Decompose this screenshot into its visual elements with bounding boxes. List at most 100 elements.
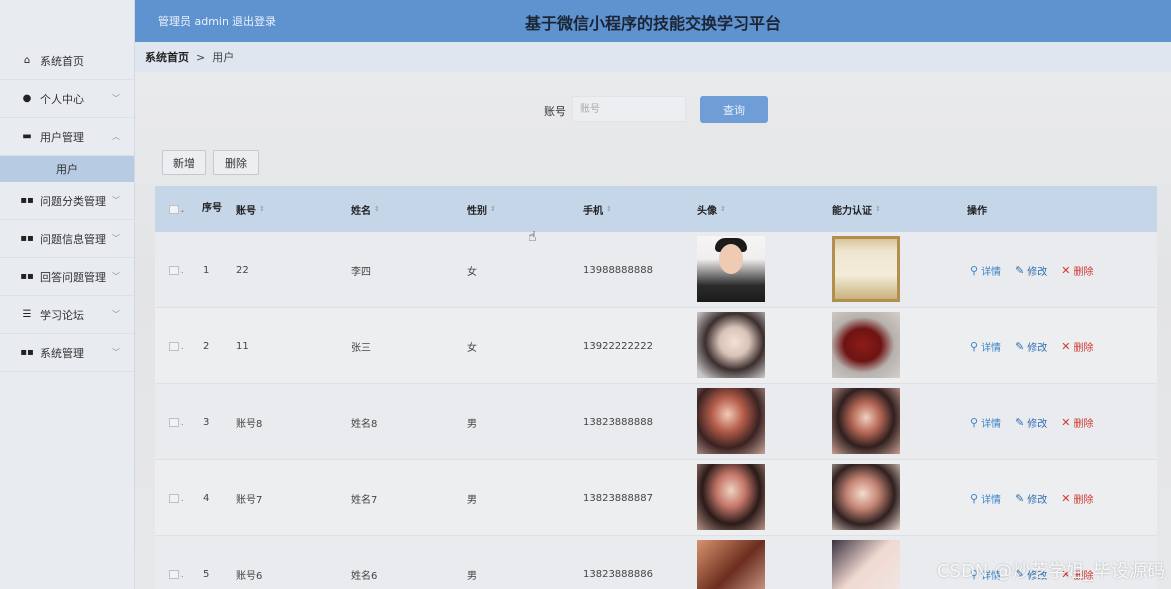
grid-icon: ▪▪ bbox=[20, 347, 34, 358]
sidebar-item-1[interactable]: ● 个人中心 ﹀ bbox=[0, 80, 134, 118]
column-gender[interactable]: 性别 ⇕ bbox=[467, 186, 496, 232]
sidebar-item-0[interactable]: ⌂ 系统首页 bbox=[0, 42, 134, 80]
cell-phone: 13823888888 bbox=[583, 416, 653, 428]
table-row: . 4 账号7 姓名7 男 13823888887 ⚲ 详情 ✎ 修改 ✕ 删除 bbox=[155, 460, 1157, 536]
search-icon: ⚲ bbox=[970, 263, 979, 277]
row-checkbox[interactable] bbox=[169, 417, 179, 427]
search-label: 账号 bbox=[544, 105, 566, 118]
sidebar-item-2[interactable]: ▬ 用户管理 ︿ bbox=[0, 118, 134, 156]
search-icon: ⚲ bbox=[970, 415, 979, 429]
sidebar-item-3[interactable]: ▪▪ 问题分类管理 ﹀ bbox=[0, 182, 134, 220]
user-icon: ● bbox=[22, 93, 32, 104]
sort-icon[interactable]: ⇕ bbox=[875, 205, 881, 213]
column-phone[interactable]: 手机 ⇕ bbox=[583, 186, 612, 232]
table-header: . 序号 账号 ⇕ 姓名 ⇕ 性别 ⇕ 手机 ⇕ 头像 ⇕ 能力认证 ⇕ 操作 bbox=[155, 186, 1157, 232]
certificate-image[interactable] bbox=[832, 388, 900, 454]
avatar-image[interactable] bbox=[697, 464, 765, 530]
search-button[interactable]: 查询 bbox=[700, 96, 768, 123]
delete-button[interactable]: ✕ 删除 bbox=[1061, 263, 1093, 278]
sidebar-item-label: 学习论坛 bbox=[40, 308, 84, 322]
sort-icon[interactable]: ⇕ bbox=[374, 205, 380, 213]
chevron-icon[interactable]: ︿ bbox=[112, 131, 120, 142]
row-checkbox[interactable] bbox=[169, 569, 179, 579]
detail-button[interactable]: ⚲ 详情 bbox=[970, 415, 1001, 430]
avatar-image[interactable] bbox=[697, 236, 765, 302]
certificate-image[interactable] bbox=[832, 312, 900, 378]
row-checkbox[interactable] bbox=[169, 265, 179, 275]
cell-name: 姓名7 bbox=[351, 494, 378, 506]
cell-gender: 男 bbox=[467, 418, 477, 430]
delete-button[interactable]: ✕ 删除 bbox=[1061, 339, 1093, 354]
sort-icon[interactable]: ⇕ bbox=[720, 205, 726, 213]
row-select-cell[interactable]: . bbox=[169, 536, 184, 589]
table-body: . 1 22 李四女 13988888888 ⚲ 详情 ✎ 修改 ✕ 删除. 2 11 张三女 139222… bbox=[155, 232, 1157, 589]
edit-button[interactable]: ✎ 修改 bbox=[1015, 415, 1047, 430]
chat-icon: ▬ bbox=[22, 131, 32, 142]
certificate-image[interactable] bbox=[832, 236, 900, 302]
cell-name: 李四 bbox=[351, 266, 371, 278]
column-certificate[interactable]: 能力认证 ⇕ bbox=[832, 186, 881, 232]
close-icon: ✕ bbox=[1061, 263, 1071, 277]
column-gender-label: 性别 bbox=[467, 205, 487, 217]
avatar-image[interactable] bbox=[697, 388, 765, 454]
edit-button[interactable]: ✎ 修改 bbox=[1015, 491, 1047, 506]
grid-icon: ▪▪ bbox=[20, 195, 34, 206]
breadcrumb-home[interactable]: 系统首页 bbox=[145, 49, 189, 65]
chevron-icon[interactable]: ﹀ bbox=[112, 347, 120, 358]
sidebar-item-label: 回答问题管理 bbox=[40, 270, 106, 284]
avatar-image[interactable] bbox=[697, 540, 765, 589]
chevron-icon[interactable]: ﹀ bbox=[112, 195, 120, 206]
add-button[interactable]: 新增 bbox=[162, 150, 206, 175]
column-avatar[interactable]: 头像 ⇕ bbox=[697, 186, 726, 232]
certificate-image[interactable] bbox=[832, 540, 900, 589]
table-row: . 2 11 张三 女 13922222222 ⚲ 详情 ✎ 修改 ✕ 删除 bbox=[155, 308, 1157, 384]
detail-button[interactable]: ⚲ 详情 bbox=[970, 491, 1001, 506]
detail-button[interactable]: ⚲ 详情 bbox=[970, 263, 1001, 278]
search-icon: ⚲ bbox=[970, 491, 979, 505]
search-icon: ⚲ bbox=[970, 339, 979, 353]
chevron-icon[interactable]: ﹀ bbox=[112, 93, 120, 104]
column-index[interactable]: 序号 bbox=[202, 186, 222, 232]
row-checkbox[interactable] bbox=[169, 493, 179, 503]
column-account[interactable]: 账号 ⇕ bbox=[236, 186, 265, 232]
cell-gender: 男 bbox=[467, 494, 477, 506]
sort-icon[interactable]: ⇕ bbox=[259, 205, 265, 213]
cell-gender: 女 bbox=[467, 266, 477, 278]
sidebar-item-6[interactable]: ☰ 学习论坛 ﹀ bbox=[0, 296, 134, 334]
select-all-checkbox[interactable] bbox=[169, 204, 179, 214]
cell-phone: 13823888887 bbox=[583, 492, 653, 504]
sidebar-subitem-user[interactable]: 用户 bbox=[0, 156, 134, 182]
sidebar-item-label: 问题分类管理 bbox=[40, 194, 106, 208]
chevron-icon[interactable]: ﹀ bbox=[112, 233, 120, 244]
cell-account: 账号8 bbox=[236, 418, 263, 430]
chevron-icon[interactable]: ﹀ bbox=[112, 271, 120, 282]
cell-index: 5 bbox=[203, 568, 210, 580]
cell-index: 1 bbox=[203, 264, 210, 276]
cell-account: 22 bbox=[236, 264, 249, 276]
delete-button[interactable]: ✕ 删除 bbox=[1061, 491, 1093, 506]
row-select-cell[interactable]: . bbox=[169, 460, 184, 536]
cell-name: 姓名8 bbox=[351, 418, 378, 430]
search-input[interactable] bbox=[572, 96, 686, 122]
detail-button[interactable]: ⚲ 详情 bbox=[970, 339, 1001, 354]
row-select-cell[interactable]: . bbox=[169, 232, 184, 308]
sidebar-item-7[interactable]: ▪▪ 系统管理 ﹀ bbox=[0, 334, 134, 372]
edit-button[interactable]: ✎ 修改 bbox=[1015, 339, 1047, 354]
sidebar-item-5[interactable]: ▪▪ 回答问题管理 ﹀ bbox=[0, 258, 134, 296]
sidebar-item-4[interactable]: ▪▪ 问题信息管理 ﹀ bbox=[0, 220, 134, 258]
avatar-image[interactable] bbox=[697, 312, 765, 378]
edit-button[interactable]: ✎ 修改 bbox=[1015, 263, 1047, 278]
row-checkbox[interactable] bbox=[169, 341, 179, 351]
batch-delete-button[interactable]: 删除 bbox=[213, 150, 259, 175]
table-row: . 1 22 李四 女 13988888888 ⚲ 详情 ✎ 修改 ✕ 删除 bbox=[155, 232, 1157, 308]
chevron-icon[interactable]: ﹀ bbox=[112, 309, 120, 320]
column-name[interactable]: 姓名 ⇕ bbox=[351, 186, 380, 232]
certificate-image[interactable] bbox=[832, 464, 900, 530]
sort-icon[interactable]: ⇕ bbox=[490, 205, 496, 213]
row-select-cell[interactable]: . bbox=[169, 384, 184, 460]
row-select-cell[interactable]: . bbox=[169, 308, 184, 384]
cell-phone: 13823888886 bbox=[583, 568, 653, 580]
delete-button[interactable]: ✕ 删除 bbox=[1061, 415, 1093, 430]
select-all-cell[interactable]: . bbox=[169, 186, 184, 232]
sort-icon[interactable]: ⇕ bbox=[606, 205, 612, 213]
